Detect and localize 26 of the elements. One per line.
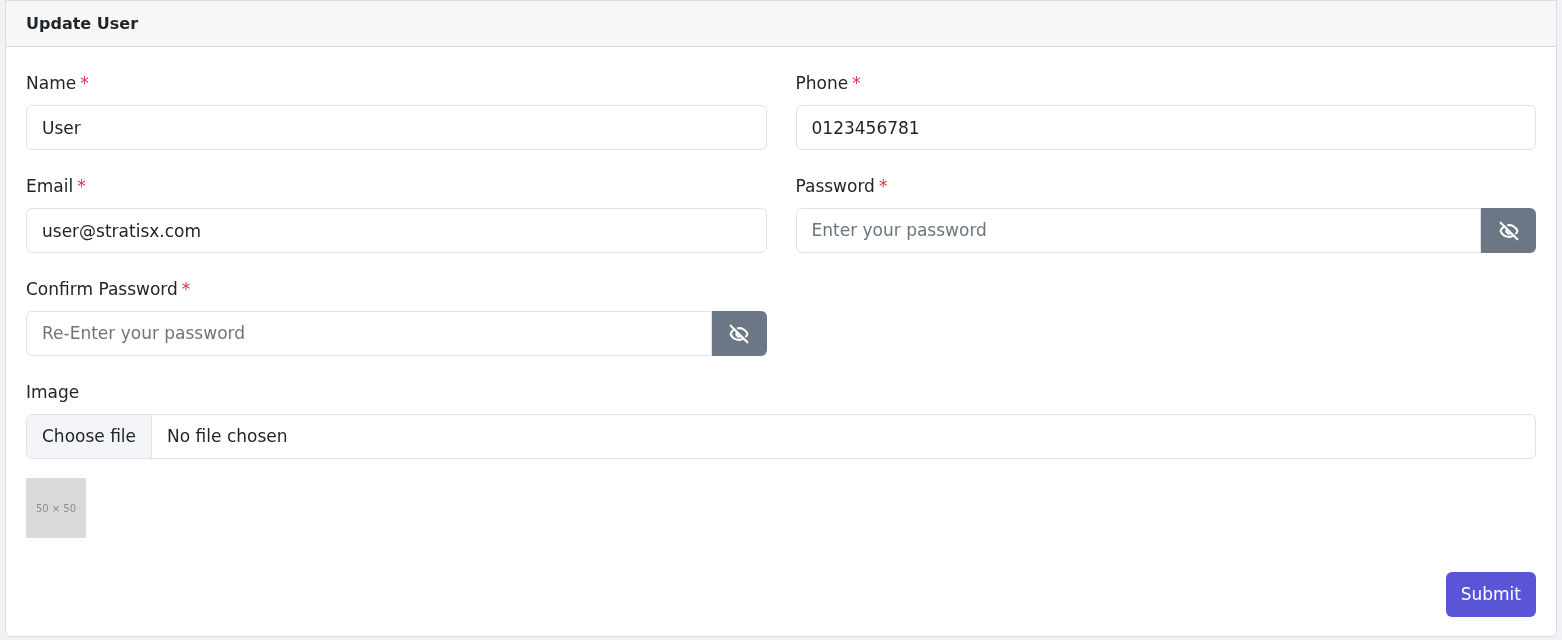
required-asterisk: * [878, 176, 888, 196]
text-field[interactable]: 0123456781 [795, 105, 1536, 150]
submit-button[interactable]: Submit [1445, 572, 1536, 617]
toggle-visibility-button[interactable] [711, 311, 767, 356]
field-label: Email [26, 176, 74, 196]
text-field[interactable]: user@stratisx.com [26, 208, 767, 253]
card-title: Update User [26, 12, 139, 35]
field-label: Confirm Password [26, 279, 178, 299]
file-status: No file chosen [166, 424, 289, 448]
choose-file-button[interactable]: Choose file [27, 415, 153, 458]
file-field[interactable]: Choose file No file chosen [26, 414, 1536, 459]
required-asterisk: * [80, 73, 89, 93]
field-label: Password [795, 176, 875, 196]
eye-off-icon [1498, 220, 1519, 241]
required-asterisk: * [852, 73, 861, 93]
toggle-visibility-button[interactable] [1481, 208, 1536, 253]
text-field[interactable]: User [26, 105, 767, 150]
field-label: Image [26, 382, 80, 402]
password-field[interactable]: Enter your password [795, 208, 1481, 253]
field-label: Phone [795, 73, 849, 93]
required-asterisk: * [77, 176, 86, 196]
field-label: Name [26, 73, 77, 93]
eye-off-icon [729, 323, 749, 344]
image-size-text: 50 × 50 [35, 501, 77, 516]
required-asterisk: * [181, 279, 191, 299]
password-field[interactable]: Re-Enter your password [26, 311, 712, 356]
